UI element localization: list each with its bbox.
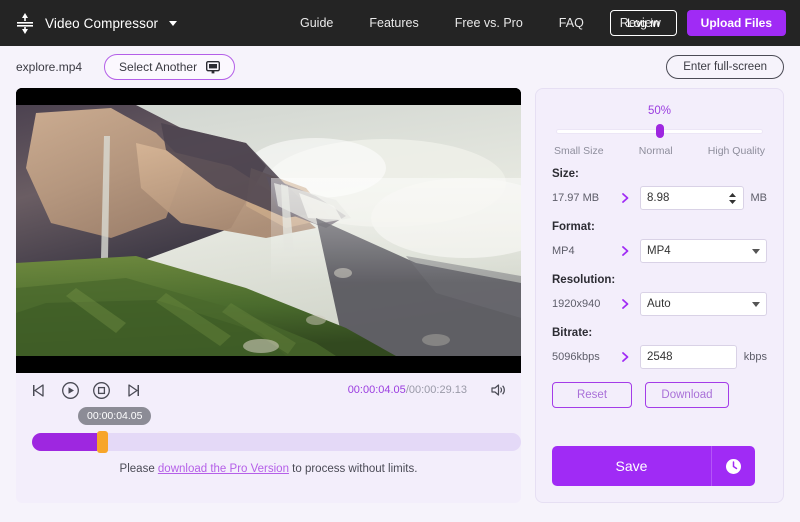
select-another-button[interactable]: Select Another [104,54,236,80]
reset-button[interactable]: Reset [552,382,632,408]
brand-name: Video Compressor [45,15,159,31]
chevron-right-icon [622,246,629,256]
quality-slider-labels: Small Size Normal High Quality [554,145,765,157]
transport-controls [30,381,142,400]
nav-item-free-vs-pro[interactable]: Free vs. Pro [455,16,523,30]
current-filename: explore.mp4 [16,60,83,74]
timeline-tooltip: 00:00:04.05 [78,407,152,425]
size-unit: MB [750,192,768,204]
bitrate-input-value: 2548 [647,351,673,363]
resolution-row: 1920x940 Auto [552,292,767,316]
step-forward-icon[interactable] [123,381,142,400]
step-backward-icon[interactable] [30,381,49,400]
quality-slider[interactable] [556,124,763,138]
file-sub-header: explore.mp4 Select Another Enter full-sc… [0,46,800,88]
quality-percent-label: 50% [647,105,672,117]
video-player-card: 00:00:04.05/00:00:29.13 00:00:04.05 Plea… [16,88,521,503]
timeline-track[interactable] [32,431,521,453]
nav-item-faq[interactable]: FAQ [559,16,584,30]
nav-item-features[interactable]: Features [369,16,418,30]
history-button[interactable] [711,446,755,486]
size-label: Size: [552,168,579,180]
compress-icon [17,13,33,34]
nav-item-guide[interactable]: Guide [300,16,333,30]
pro-version-link[interactable]: download the Pro Version [158,463,289,475]
pro-version-note: Please download the Pro Version to proce… [16,453,521,481]
brand[interactable]: Video Compressor [14,11,178,35]
size-row: 17.97 MB 8.98 MB [552,186,767,210]
chevron-down-icon[interactable] [169,20,178,26]
resolution-select-value: Auto [647,298,671,310]
format-select[interactable]: MP4 [640,239,767,263]
chevron-right-icon [622,352,629,362]
quality-slider-thumb[interactable] [655,124,664,138]
time-display: 00:00:04.05/00:00:29.13 [348,384,467,396]
monitor-icon [206,60,221,73]
resolution-original-value: 1920x940 [552,298,601,310]
format-label: Format: [552,221,595,233]
bitrate-unit: kbps [743,351,767,363]
resolution-select[interactable]: Auto [640,292,767,316]
size-input[interactable]: 8.98 [640,186,744,210]
nav-actions: Log in Upload Files [609,0,786,46]
compression-settings-panel: 50% Small Size Normal High Quality Size:… [535,88,784,503]
video-preview[interactable] [16,88,521,373]
timeline: 00:00:04.05 [16,407,521,453]
main-content: 00:00:04.05/00:00:29.13 00:00:04.05 Plea… [0,88,800,503]
login-button[interactable]: Log in [609,10,677,36]
save-button[interactable]: Save [552,446,711,486]
chevron-down-icon[interactable] [752,248,760,254]
current-time: 00:00:04.05 [347,384,406,396]
size-original-value: 17.97 MB [552,192,600,204]
play-circle-icon[interactable] [61,381,80,400]
top-navigation-bar: Video Compressor Guide Features Free vs.… [0,0,800,46]
select-another-label: Select Another [119,60,198,74]
save-button-group: Save [552,446,755,486]
video-frame-image [16,88,521,373]
timeline-progress-fill [32,433,97,451]
main-nav: Guide Features Free vs. Pro FAQ Review [300,0,661,46]
bitrate-label: Bitrate: [552,327,593,339]
bitrate-input[interactable]: 2548 [640,345,737,369]
chevron-right-icon [622,193,629,203]
pro-note-suffix: to process without limits. [288,463,418,475]
slider-label-high-quality: High Quality [707,145,765,157]
size-input-value: 8.98 [647,192,670,204]
resolution-label: Resolution: [552,274,616,286]
download-button[interactable]: Download [645,382,729,408]
timeline-handle[interactable] [97,431,108,453]
chevron-right-icon [622,299,629,309]
enter-fullscreen-button[interactable]: Enter full-screen [666,55,784,79]
stop-circle-icon[interactable] [92,381,111,400]
slider-label-small-size: Small Size [554,145,604,157]
clock-icon [726,458,741,474]
settings-action-buttons: Reset Download [552,382,767,408]
slider-label-normal: Normal [638,145,673,157]
pro-note-prefix: Please [119,463,158,475]
bitrate-original-value: 5096kbps [552,351,600,363]
spinner-updown-icon[interactable] [728,192,737,205]
format-select-value: MP4 [647,245,671,257]
bitrate-row: 5096kbps 2548 kbps [552,345,767,369]
total-time: 00:00:29.13 [408,384,467,396]
chevron-down-icon[interactable] [752,301,760,307]
player-controls: 00:00:04.05/00:00:29.13 [16,373,521,407]
format-original-value: MP4 [552,245,575,257]
format-row: MP4 MP4 [552,239,767,263]
speaker-icon[interactable] [489,381,507,399]
upload-files-button[interactable]: Upload Files [686,10,786,36]
